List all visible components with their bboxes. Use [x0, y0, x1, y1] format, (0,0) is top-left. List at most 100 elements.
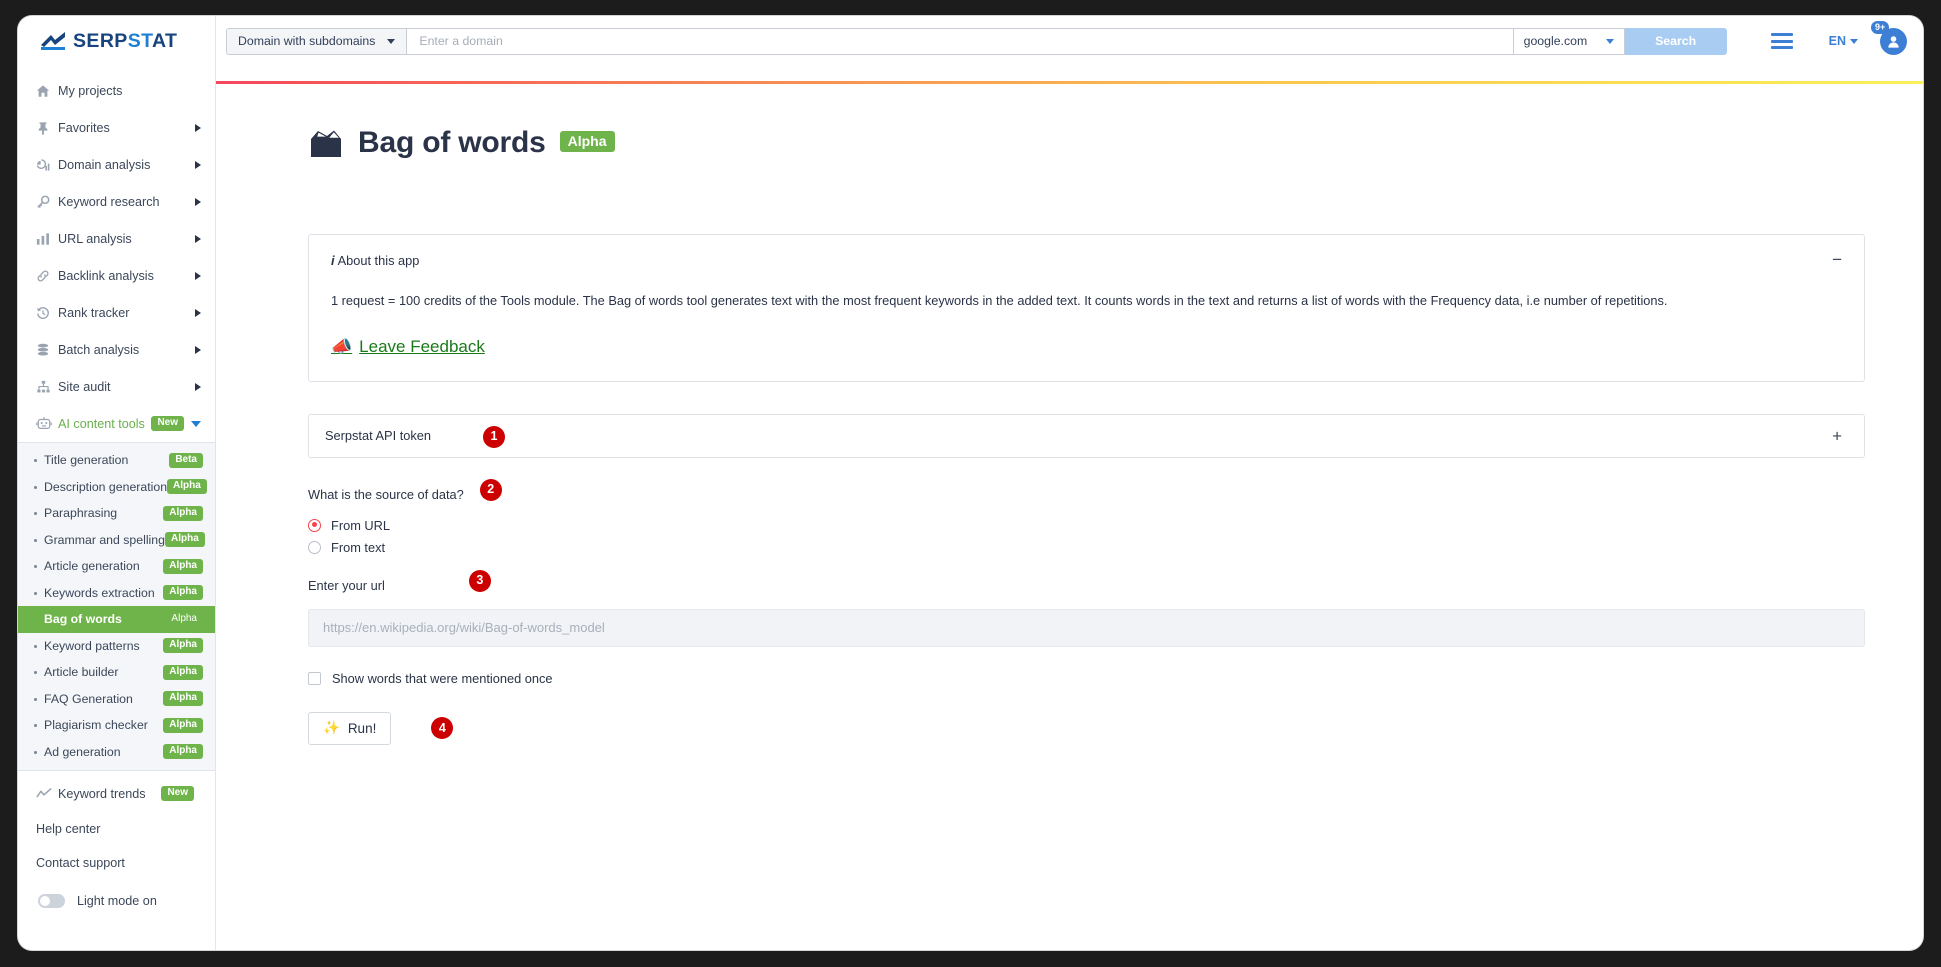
collapse-about-button[interactable]: −	[1832, 251, 1842, 268]
sidebar-item-description-generation[interactable]: Description generation Alpha	[18, 474, 215, 501]
brand-name-part3: AT	[151, 29, 178, 52]
step-marker-1: 1	[483, 425, 505, 448]
sidebar-item-plagiarism-checker[interactable]: Plagiarism checker Alpha	[18, 712, 215, 739]
bullet-icon	[34, 724, 37, 727]
sidebar-item-contact-support[interactable]: Contact support	[18, 846, 215, 880]
sidebar-item-faq-generation[interactable]: FAQ Generation Alpha	[18, 686, 215, 713]
radio-from-url-label: From URL	[331, 517, 391, 533]
language-label: EN	[1828, 34, 1846, 48]
status-badge: Alpha	[163, 664, 203, 680]
step-marker-3: 3	[468, 569, 491, 592]
chevron-right-icon	[195, 308, 201, 317]
about-heading: i About this app	[331, 253, 1838, 268]
about-description: 1 request = 100 credits of the Tools mod…	[331, 293, 1668, 308]
status-badge: Alpha	[163, 744, 203, 760]
sidebar-item-title-generation[interactable]: Title generation Beta	[18, 447, 215, 474]
domain-chart-icon	[36, 158, 58, 172]
page-header: Bag of words Alpha	[308, 126, 1865, 160]
sidebar-item-url-analysis[interactable]: URL analysis	[18, 220, 215, 257]
sidebar: SERPSTAT My projects Favorites Domain an…	[18, 16, 216, 950]
sub-item-label: Description generation	[44, 479, 168, 494]
robot-icon	[36, 416, 58, 431]
sidebar-item-keyword-trends[interactable]: Keyword trends New	[18, 775, 215, 812]
radio-from-text-label: From text	[331, 539, 386, 555]
sidebar-item-paraphrasing[interactable]: Paraphrasing Alpha	[18, 500, 215, 527]
brand-name: SERPSTAT	[73, 30, 177, 53]
search-engine-label: google.com	[1523, 34, 1588, 48]
radio-from-url-input[interactable]	[308, 518, 321, 532]
sidebar-item-batch-analysis[interactable]: Batch analysis	[18, 331, 215, 368]
sidebar-item-article-builder[interactable]: Article builder Alpha	[18, 659, 215, 686]
status-badge: Beta	[169, 452, 203, 468]
sub-item-label: Keyword patterns	[44, 638, 140, 653]
radio-from-text[interactable]: From text	[308, 540, 1865, 555]
sidebar-item-keyword-research[interactable]: Keyword research	[18, 183, 215, 220]
sidebar-item-domain-analysis[interactable]: Domain analysis	[18, 146, 215, 183]
sidebar-item-label: Favorites	[58, 120, 110, 135]
sub-item-label: Title generation	[44, 453, 129, 468]
bullet-icon	[34, 485, 37, 489]
sidebar-item-grammar-and-spelling[interactable]: Grammar and spelling Alpha	[18, 527, 215, 554]
source-question-text: What is the source of data?	[308, 487, 464, 503]
sidebar-item-rank-tracker[interactable]: Rank tracker	[18, 294, 215, 331]
bag-icon	[311, 130, 341, 157]
run-button-label: Run!	[347, 720, 377, 736]
sitemap-icon	[36, 380, 58, 394]
sidebar-item-bag-of-words[interactable]: Bag of words Alpha	[18, 606, 215, 633]
sidebar-item-ad-generation[interactable]: Ad generation Alpha	[18, 739, 215, 766]
sub-item-label: Article builder	[44, 665, 119, 680]
url-input[interactable]	[308, 608, 1865, 647]
sidebar-item-site-audit[interactable]: Site audit	[18, 368, 215, 405]
expand-api-token-button[interactable]: +	[1832, 427, 1842, 444]
bullet-icon	[34, 512, 37, 515]
sidebar-item-help-center[interactable]: Help center	[18, 812, 215, 846]
notification-badge: 9+	[1871, 20, 1890, 34]
url-field-label: Enter your url 3	[308, 569, 1865, 597]
info-icon: i	[331, 253, 335, 268]
run-button[interactable]: ✨ Run!	[308, 711, 392, 745]
leave-feedback-link[interactable]: 📣 Leave Feedback	[331, 337, 485, 357]
bullet-icon	[34, 565, 37, 568]
sidebar-item-keywords-extraction[interactable]: Keywords extraction Alpha	[18, 580, 215, 607]
page-title-badge: Alpha	[559, 130, 615, 152]
bullet-icon	[34, 644, 37, 648]
chevron-right-icon	[195, 160, 201, 169]
menu-icon[interactable]	[1770, 33, 1793, 49]
bullet-icon	[34, 538, 37, 542]
bullet-icon	[34, 697, 37, 701]
sidebar-item-my-projects[interactable]: My projects	[18, 72, 215, 109]
status-badge: Alpha	[164, 532, 205, 548]
brand-logo[interactable]: SERPSTAT	[18, 16, 215, 66]
light-mode-toggle-row[interactable]: Light mode on	[18, 880, 215, 914]
leave-feedback-label: Leave Feedback	[359, 336, 485, 356]
sidebar-item-label: Site audit	[58, 379, 111, 394]
bullet-icon	[34, 671, 37, 674]
language-select[interactable]: EN	[1829, 34, 1858, 48]
status-badge: Alpha	[167, 479, 207, 495]
search-button[interactable]: Search	[1624, 27, 1727, 55]
chevron-down-icon	[1850, 38, 1858, 44]
brand-name-part1: SERP	[73, 29, 128, 52]
show-once-checkbox-row[interactable]: Show words that were mentioned once	[308, 671, 1865, 686]
search-type-select[interactable]: Domain with subdomains	[226, 27, 407, 55]
sub-item-label: Ad generation	[44, 744, 121, 759]
sub-item-label: Plagiarism checker	[44, 718, 148, 733]
status-badge: Alpha	[163, 558, 203, 574]
top-header: Domain with subdomains google.com Search…	[216, 16, 1923, 66]
sidebar-item-ai-content-tools[interactable]: AI content tools New	[18, 405, 215, 442]
megaphone-icon: 📣	[331, 336, 353, 356]
sidebar-item-label: Keyword research	[58, 194, 160, 209]
sidebar-item-article-generation[interactable]: Article generation Alpha	[18, 553, 215, 580]
domain-search-input[interactable]	[406, 27, 1513, 55]
radio-from-text-input[interactable]	[308, 540, 321, 554]
sidebar-item-backlink-analysis[interactable]: Backlink analysis	[18, 257, 215, 294]
step-marker-4: 4	[431, 717, 454, 740]
search-engine-select[interactable]: google.com	[1512, 27, 1625, 55]
show-once-checkbox[interactable]	[308, 671, 321, 685]
radio-from-url[interactable]: From URL	[308, 518, 1865, 533]
api-token-accordion[interactable]: Serpstat API token 1 +	[308, 413, 1865, 458]
sidebar-item-favorites[interactable]: Favorites	[18, 109, 215, 146]
user-account[interactable]: 9+	[1871, 20, 1907, 55]
sidebar-item-keyword-patterns[interactable]: Keyword patterns Alpha	[18, 633, 215, 660]
light-mode-switch[interactable]	[38, 894, 65, 908]
